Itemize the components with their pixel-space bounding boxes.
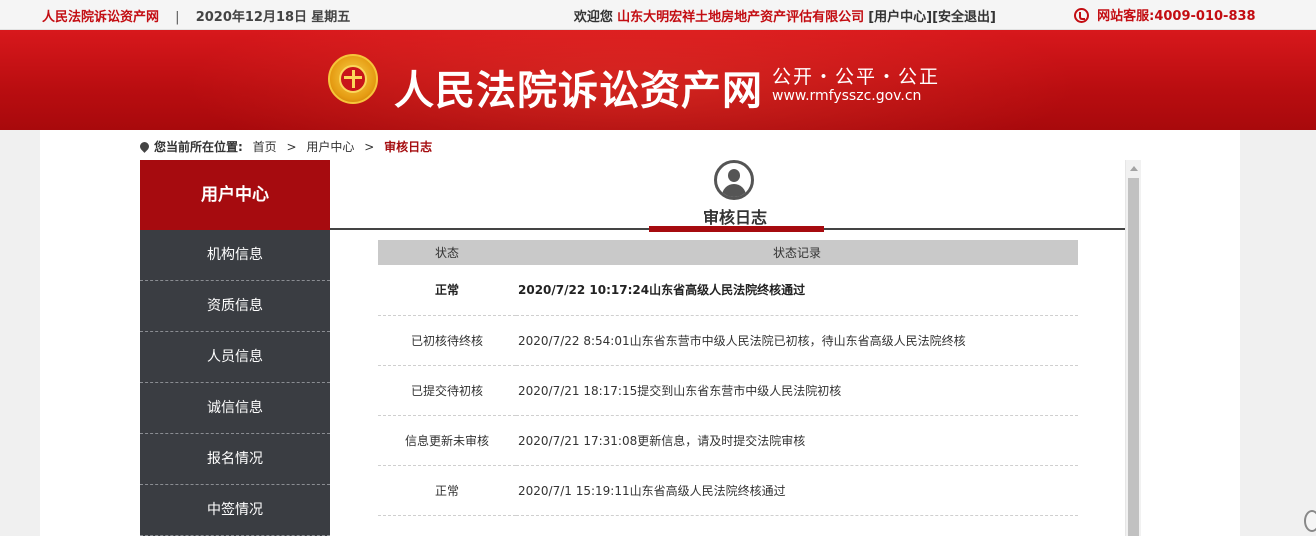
sidebar-item-personnel[interactable]: 人员信息 — [140, 332, 330, 383]
user-avatar-icon — [714, 160, 754, 200]
company-name: 山东大明宏祥土地房地产资产评估有限公司 — [617, 10, 865, 25]
site-slogan: 公开・公平・公正 — [772, 66, 941, 88]
status-cell: 正常 — [378, 465, 516, 516]
main-panel: 审核日志 状态 状态记录 正常 2020/7/22 10:17:24山东省高级人… — [330, 160, 1125, 536]
sidebar-item-registration[interactable]: 报名情况 — [140, 434, 330, 485]
status-cell: 已提交待初核 — [378, 365, 516, 416]
header-banner: 人民法院诉讼资产网 公开・公平・公正 www.rmfysszc.gov.cn — [0, 30, 1316, 130]
table-row: 信息更新未审核 2020/7/21 17:31:08更新信息，请及时提交法院审核 — [378, 415, 1078, 466]
sidebar-item-winning[interactable]: 中签情况 — [140, 485, 330, 536]
top-bar: 人民法院诉讼资产网 | 2020年12月18日 星期五 欢迎您 山东大明宏祥土地… — [0, 0, 1316, 30]
breadcrumb-home[interactable]: 首页 — [253, 140, 277, 154]
title-accent-bar — [649, 226, 824, 232]
top-bar-separator: | — [175, 10, 180, 25]
record-cell: 2020/7/21 17:31:08更新信息，请及时提交法院审核 — [516, 415, 1078, 466]
sidebar-item-org-info[interactable]: 机构信息 — [140, 230, 330, 281]
breadcrumb-label: 您当前所在位置: — [154, 140, 243, 154]
table-row: 正常 2020/7/1 15:19:11山东省高级人民法院终核通过 — [378, 465, 1078, 516]
sidebar-title[interactable]: 用户中心 — [140, 160, 330, 230]
top-bar-user: 欢迎您 山东大明宏祥土地房地产资产评估有限公司 [用户中心][安全退出] — [574, 6, 996, 25]
page-title: 审核日志 — [702, 208, 767, 227]
status-cell: 信息更新未审核 — [378, 415, 516, 466]
user-center-link[interactable]: [用户中心] — [868, 10, 932, 25]
site-domain: www.rmfysszc.gov.cn — [772, 88, 922, 104]
column-header-status: 状态 — [378, 240, 516, 265]
current-weekday: 星期五 — [311, 10, 351, 25]
audit-log-table: 状态 状态记录 正常 2020/7/22 10:17:24山东省高级人民法院终核… — [378, 240, 1078, 516]
scrollbar-thumb[interactable] — [1128, 178, 1139, 536]
welcome-text: 欢迎您 — [573, 10, 613, 25]
site-logo-text[interactable]: 人民法院诉讼资产网 — [394, 58, 763, 116]
record-cell: 2020/7/1 15:19:11山东省高级人民法院终核通过 — [516, 465, 1078, 516]
circle-handle-icon[interactable] — [1304, 510, 1316, 532]
top-bar-left: 人民法院诉讼资产网 | 2020年12月18日 星期五 — [42, 6, 350, 25]
sidebar-item-credit[interactable]: 诚信信息 — [140, 383, 330, 434]
breadcrumb-separator: > — [364, 140, 375, 154]
table-row: 已初核待终核 2020/7/22 8:54:01山东省东营市中级人民法院已初核，… — [378, 315, 1078, 366]
table-header-row: 状态 状态记录 — [378, 240, 1078, 265]
sidebar: 用户中心 机构信息 资质信息 人员信息 诚信信息 报名情况 中签情况 — [140, 160, 330, 536]
status-cell: 正常 — [378, 265, 516, 316]
hotline: 网站客服:4009-010-838 — [1074, 5, 1256, 24]
site-name-link[interactable]: 人民法院诉讼资产网 — [42, 10, 159, 25]
hotline-text: 网站客服:4009-010-838 — [1097, 9, 1256, 24]
main-scrollbar[interactable] — [1125, 160, 1141, 536]
location-pin-icon — [138, 140, 151, 153]
record-cell: 2020/7/21 18:17:15提交到山东省东营市中级人民法院初核 — [516, 365, 1078, 416]
current-date: 2020年12月18日 — [195, 10, 308, 25]
breadcrumb-user-center[interactable]: 用户中心 — [306, 140, 354, 154]
page-content: 您当前所在位置: 首页 > 用户中心 > 审核日志 用户中心 机构信息 资质信息… — [40, 130, 1240, 536]
table-row: 已提交待初核 2020/7/21 18:17:15提交到山东省东营市中级人民法院… — [378, 365, 1078, 416]
status-cell: 已初核待终核 — [378, 315, 516, 366]
record-cell: 2020/7/22 8:54:01山东省东营市中级人民法院已初核，待山东省高级人… — [516, 315, 1078, 366]
breadcrumb-current: 审核日志 — [384, 140, 433, 154]
logout-link[interactable]: [安全退出] — [932, 10, 996, 25]
phone-icon — [1074, 8, 1089, 23]
breadcrumb: 您当前所在位置: 首页 > 用户中心 > 审核日志 — [138, 138, 433, 155]
scroll-up-arrow-icon[interactable] — [1130, 166, 1138, 171]
table-row: 正常 2020/7/22 10:17:24山东省高级人民法院终核通过 — [378, 265, 1078, 316]
court-emblem-icon — [328, 54, 378, 104]
column-header-record: 状态记录 — [516, 240, 1078, 265]
sidebar-item-qualification[interactable]: 资质信息 — [140, 281, 330, 332]
page-edge-widget — [1302, 500, 1316, 536]
breadcrumb-separator: > — [286, 140, 297, 154]
record-cell: 2020/7/22 10:17:24山东省高级人民法院终核通过 — [516, 265, 1078, 316]
